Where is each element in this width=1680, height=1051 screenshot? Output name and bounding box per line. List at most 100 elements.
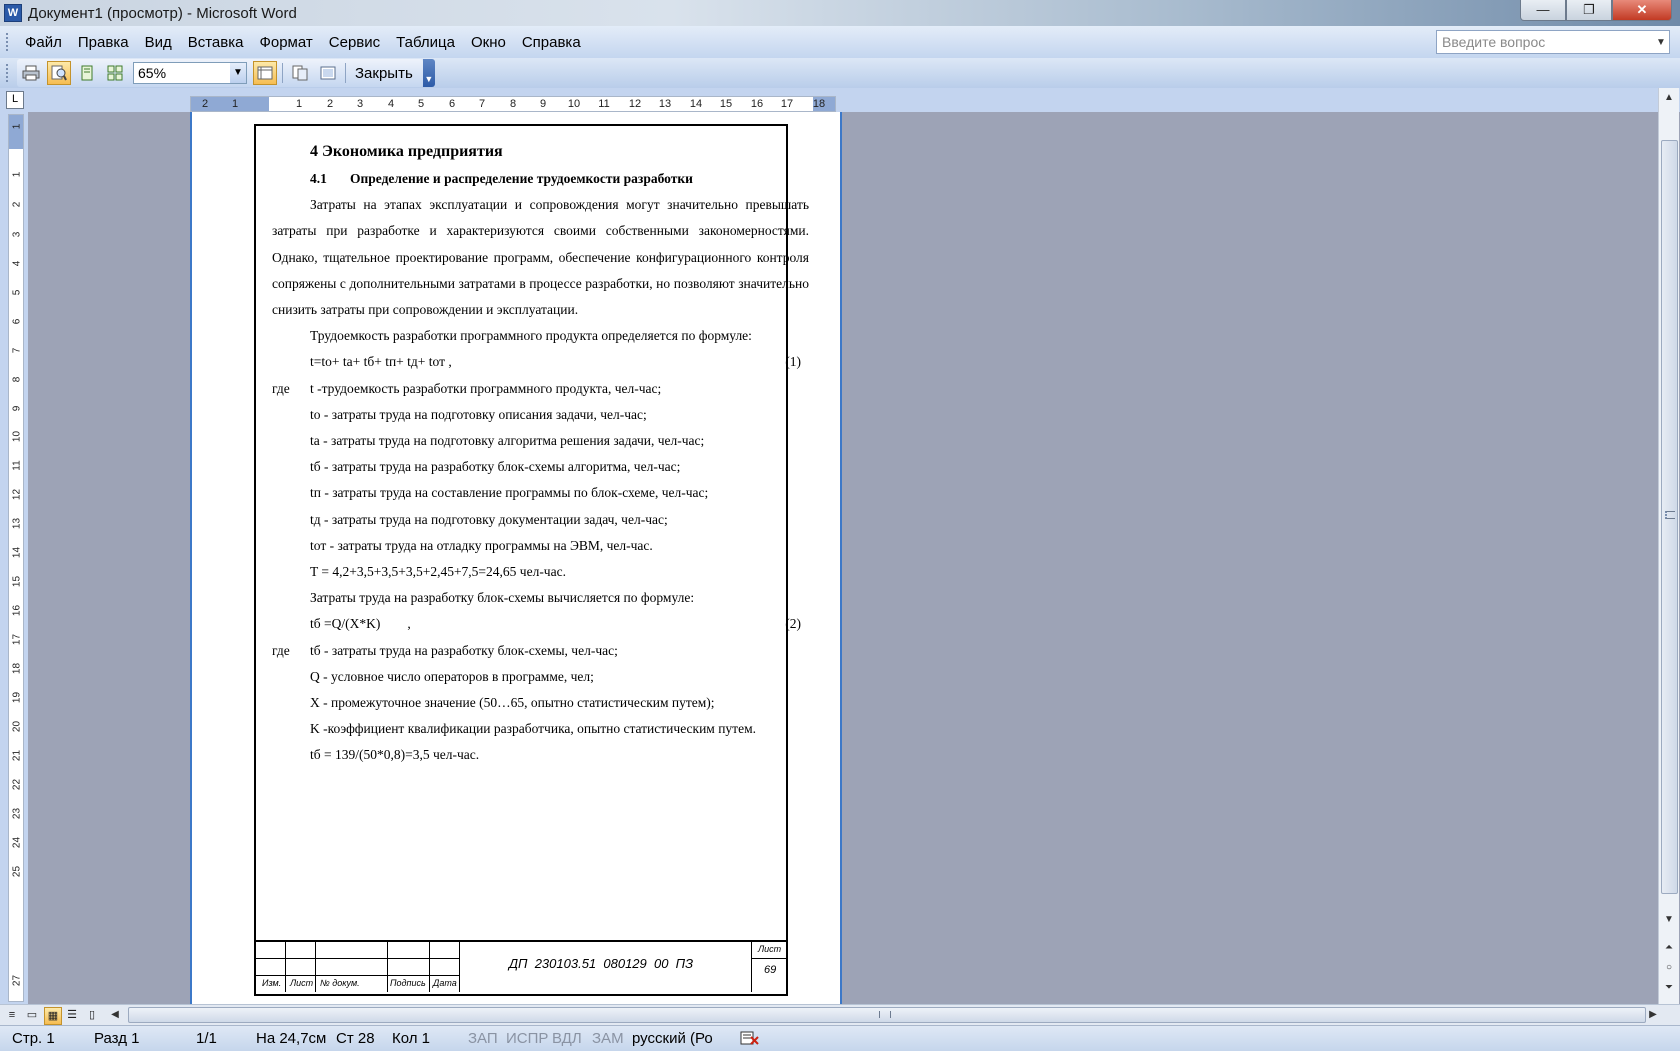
ruler-tick: 14 [11,546,23,559]
ruler-tick: 1 [11,171,23,178]
document-page[interactable]: 4 Экономика предприятия 4.1 Определение и… [190,112,842,1004]
status-page: Стр. 1 [12,1030,55,1047]
stamp-col-date: Дата [433,978,457,988]
chevron-down-icon[interactable]: ▼ [1653,37,1669,48]
menu-grip[interactable] [6,33,11,51]
status-record-macro[interactable]: ЗАП [468,1030,498,1047]
ruler-tick: 24 [11,836,23,849]
full-screen-icon[interactable] [316,61,340,85]
menu-table[interactable]: Таблица [388,34,463,51]
where-word: где [272,642,290,658]
horizontal-ruler[interactable]: 2 1 1 2 3 4 5 6 7 8 9 10 11 12 13 14 15 … [190,96,836,112]
toolbar-options-icon[interactable]: ▼ [422,59,435,87]
print-layout-icon[interactable]: ▦ [44,1007,62,1025]
ruler-tick: 11 [598,98,610,110]
outline-view-icon[interactable]: ☰ [64,1007,80,1023]
ruler-tick: 15 [11,575,23,588]
preview-workspace[interactable]: 4 Экономика предприятия 4.1 Определение и… [28,112,1658,1004]
ruler-tick: 22 [11,778,23,791]
help-question-input[interactable]: Введите вопрос [1437,34,1653,50]
title-block-stamp: Изм. Лист № докум. Подпись Дата ДП 23010… [256,940,786,994]
close-window-button[interactable]: ✕ [1612,0,1672,21]
ruler-tick: 17 [780,98,794,110]
menu-help[interactable]: Справка [514,34,589,51]
formula-text: t=to+ ta+ tб+ tп+ tд+ tот , [310,354,452,370]
status-bar: Стр. 1 Разд 1 1/1 На 24,7см Ст 28 Кол 1 … [0,1025,1680,1051]
menu-window[interactable]: Окно [463,34,514,51]
close-preview-button[interactable]: Закрыть [349,65,419,82]
minimize-button[interactable]: — [1520,0,1566,21]
multiple-pages-icon[interactable] [103,61,127,85]
status-section: Разд 1 [94,1030,140,1047]
view-ruler-icon[interactable] [253,61,277,85]
zoom-select[interactable]: 65% ▼ [133,62,247,84]
window-title: Документ1 (просмотр) - Microsoft Word [28,4,297,22]
magnifier-icon[interactable] [47,61,71,85]
ruler-tick: 25 [11,865,23,878]
scroll-right-icon[interactable]: ▶ [1646,1007,1660,1023]
ruler-tick: 4 [11,260,23,267]
status-overtype[interactable]: ЗАМ [592,1030,624,1047]
horizontal-scrollbar[interactable]: ≡ ▭ ▦ ☰ ▯ ◀ ▶ [0,1004,1680,1025]
previous-page-icon[interactable]: ⏶ [1659,940,1679,956]
ruler-tick: 17 [11,633,23,646]
menu-view[interactable]: Вид [137,34,180,51]
ruler-tick: 2 [326,98,334,110]
ruler-tick: 1 [295,98,303,110]
menu-edit[interactable]: Правка [70,34,137,51]
toolbar-separator [345,63,346,83]
document-code: ДП 230103.51 080129 00 ПЗ [508,956,694,971]
shrink-to-fit-icon[interactable] [288,61,312,85]
definition-text: t -трудоемкость разработки программного … [310,380,662,396]
stamp-line [256,958,460,959]
web-view-icon[interactable]: ▭ [24,1007,40,1023]
scroll-grip [879,1011,891,1018]
menu-file[interactable]: Файл [17,34,70,51]
tab-selector-icon[interactable]: L [6,91,24,109]
ruler-tick: 11 [11,460,23,471]
status-line: Ст 28 [336,1030,375,1047]
chevron-down-icon[interactable]: ▼ [230,63,246,83]
print-icon[interactable] [19,61,43,85]
reading-view-icon[interactable]: ▯ [84,1007,100,1023]
browse-object-icon[interactable]: ○ [1659,960,1679,976]
ruler-tick: 14 [689,98,703,110]
print-preview-toolbar: 65% ▼ Закрыть ▼ [0,58,1680,88]
spelling-check-icon[interactable] [740,1030,760,1046]
status-track-changes[interactable]: ИСПР [506,1030,548,1047]
normal-view-icon[interactable]: ≡ [4,1007,20,1023]
word-app-icon[interactable]: W [4,4,22,22]
page-frame: 4 Экономика предприятия 4.1 Определение и… [254,124,809,996]
formula-text: tб =Q/(X*K) , [310,616,411,632]
next-page-icon[interactable]: ⏷ [1659,980,1679,996]
stamp-col-sheet: Лист [290,978,314,988]
ruler-tick: 18 [11,662,23,675]
status-pages: 1/1 [196,1030,217,1047]
scroll-left-icon[interactable]: ◀ [108,1007,122,1023]
horizontal-scroll-thumb[interactable] [128,1007,1646,1023]
scroll-down-icon[interactable]: ▼ [1659,912,1679,928]
vertical-ruler[interactable]: 1 1 2 3 4 5 6 7 8 9 10 11 12 13 14 15 16… [8,114,24,1002]
vertical-scrollbar[interactable]: ▲ ▼ ⏶ ○ ⏷ [1658,88,1679,1004]
menu-insert[interactable]: Вставка [180,34,252,51]
status-extend-selection[interactable]: ВДЛ [552,1030,582,1047]
vertical-scroll-thumb[interactable] [1661,140,1678,894]
heading-2-number: 4.1 [310,171,327,186]
formula-number: (2) [785,616,801,632]
calculation-line: tб = 139/(50*0,8)=3,5 чел-час. [310,747,480,763]
stamp-col-sign: Подпись [390,978,426,988]
ruler-tick: 27 [11,974,23,987]
one-page-icon[interactable] [75,61,99,85]
ruler-tick: 18 [812,98,826,110]
maximize-button[interactable]: ❐ [1566,0,1612,21]
scroll-up-icon[interactable]: ▲ [1659,90,1679,106]
ruler-tick: 8 [509,98,517,110]
menu-tools[interactable]: Сервис [321,34,388,51]
help-question-box[interactable]: Введите вопрос ▼ [1436,30,1670,54]
document-body[interactable]: 4 Экономика предприятия 4.1 Определение и… [272,138,809,769]
ruler-tick: 1 [11,123,23,130]
paragraph: Затраты на этапах эксплуатации и сопрово… [272,197,809,318]
toolbar-grip[interactable] [6,64,11,82]
status-language[interactable]: русский (Ро [632,1030,713,1047]
menu-format[interactable]: Формат [251,34,320,51]
